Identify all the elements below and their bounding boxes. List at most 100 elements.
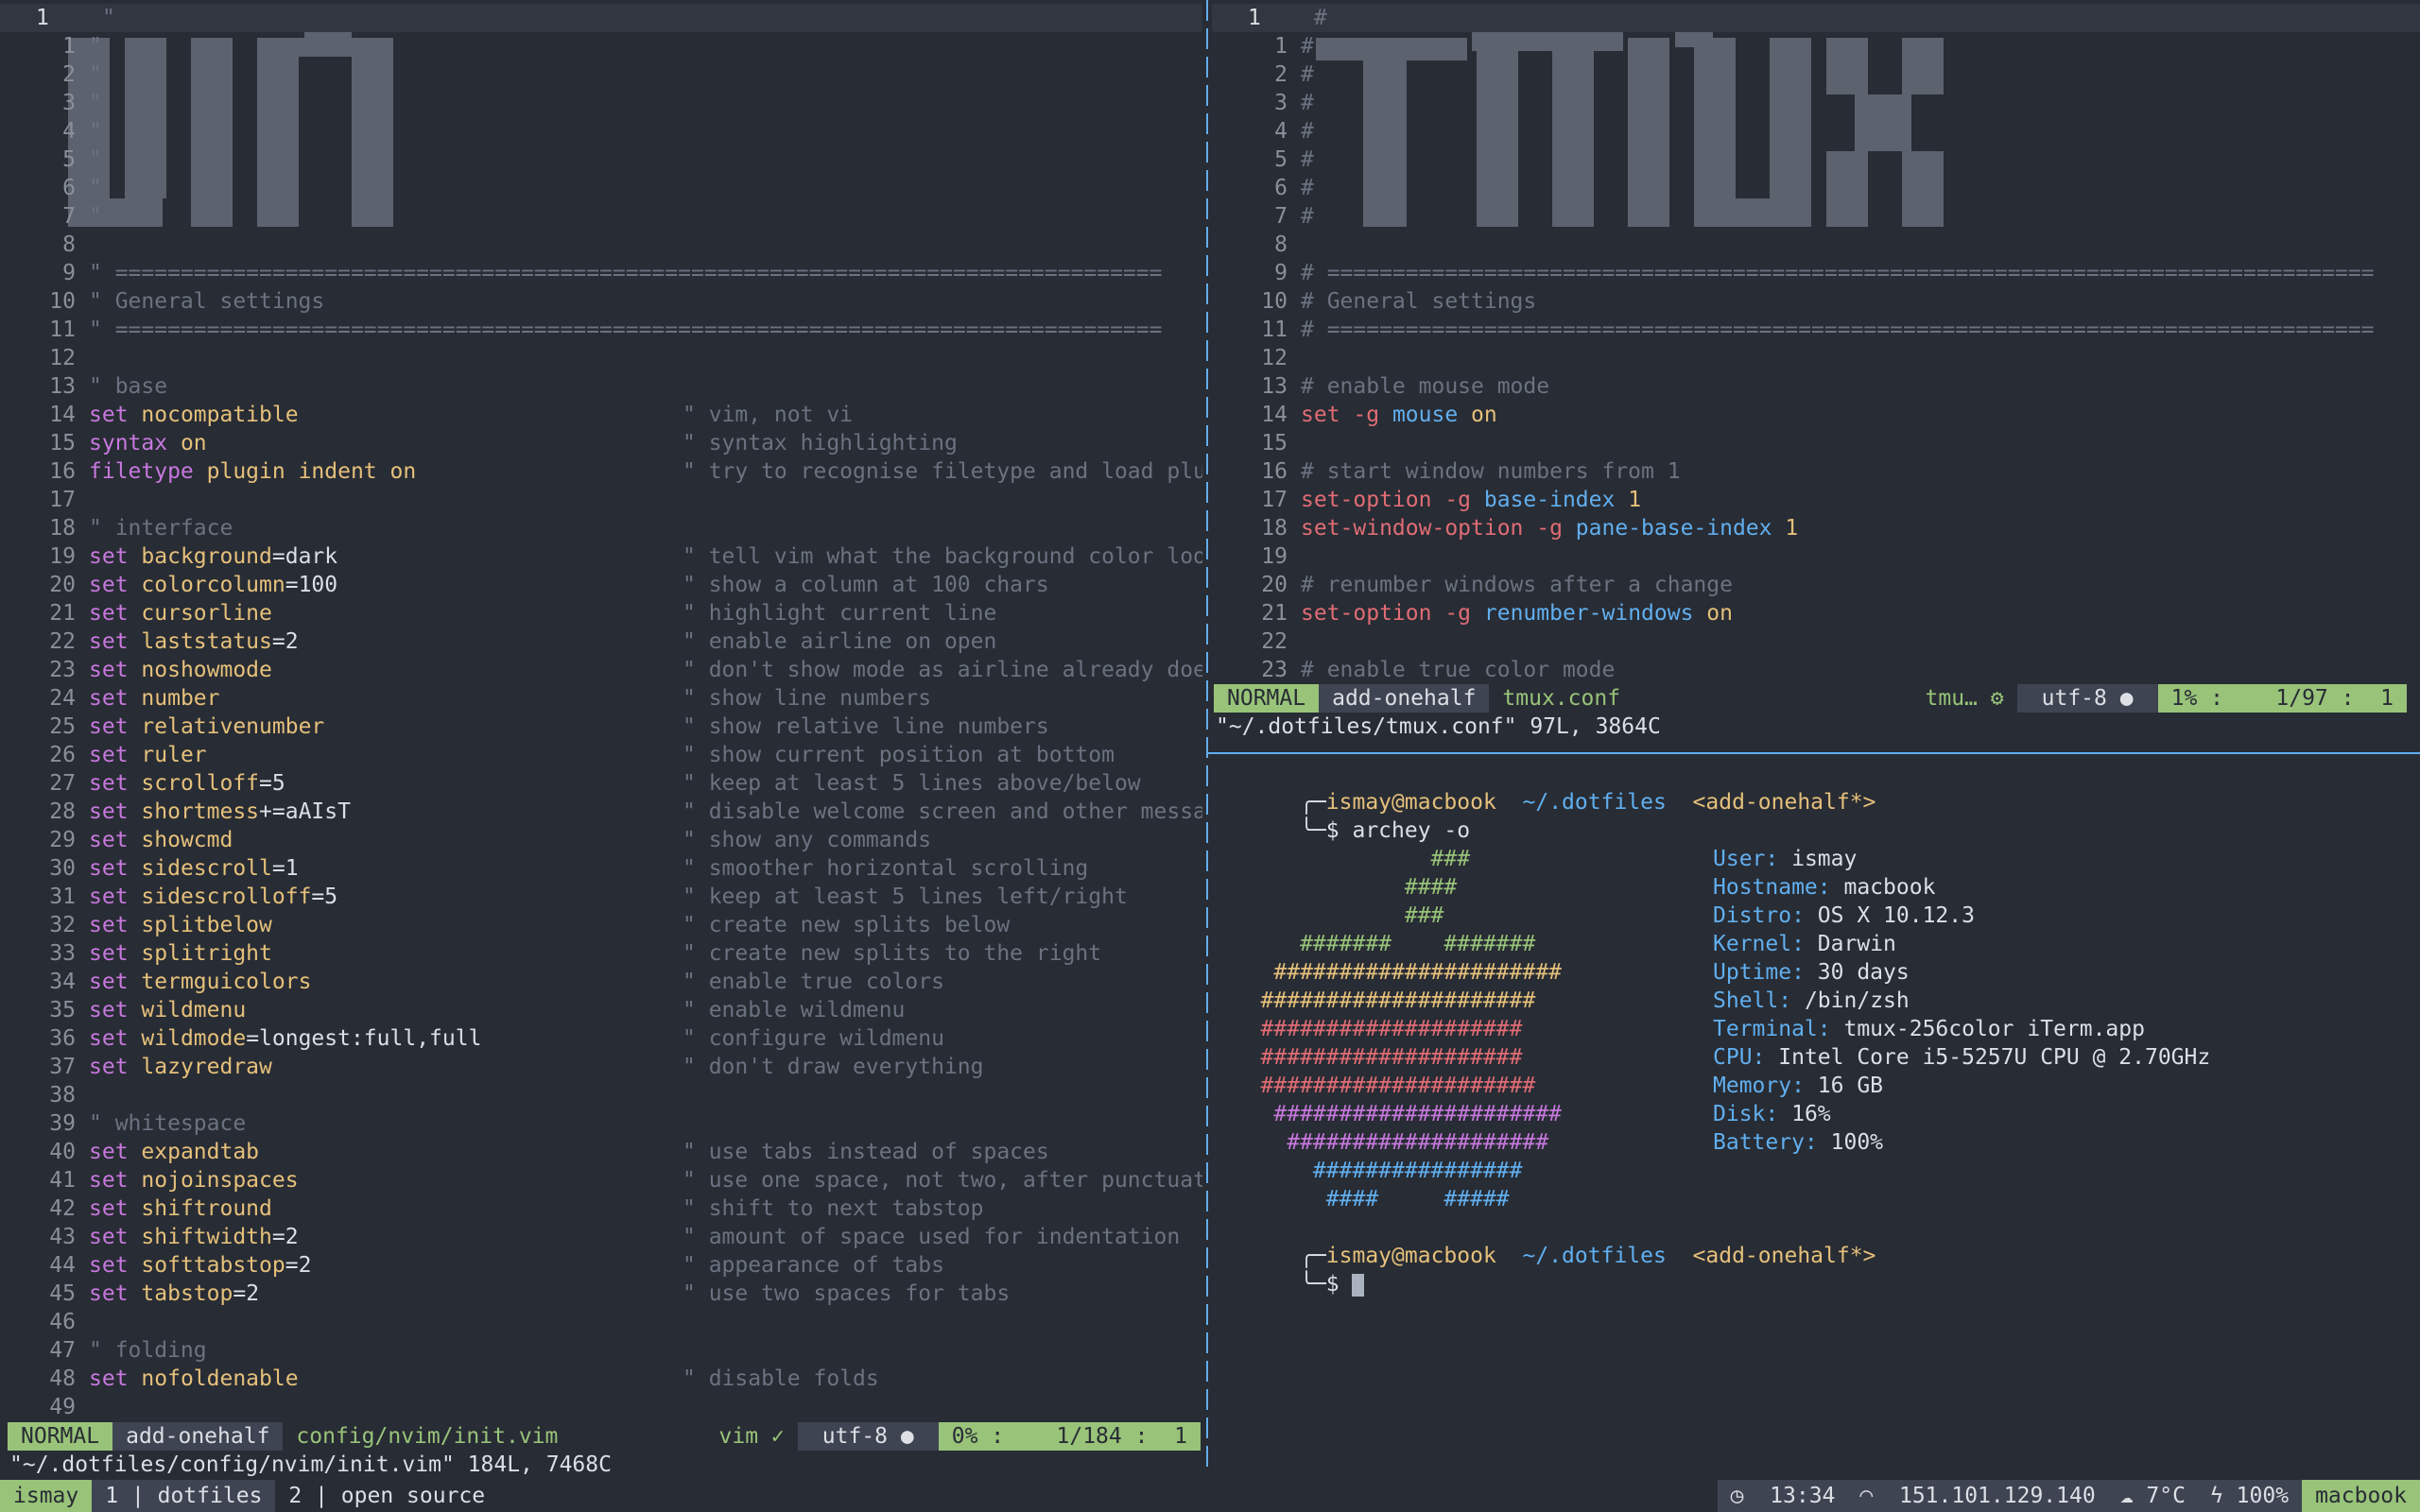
line-number: 22 [1261,629,1288,654]
vim-cmdline-left: "~/.dotfiles/config/nvim/init.vim" 184L,… [9,1452,612,1477]
file-encoding: utf-8 ● [2016,684,2158,713]
code-line: 7 " [0,202,1202,231]
line-number: 16 [1261,459,1288,484]
option-name: wildmode [141,1026,247,1051]
code-line: 36 set wildmode=longest:full,full " config… [0,1024,1202,1053]
info-value: /bin/zsh [1804,988,1910,1013]
code-line: 18 " interface [0,514,1202,542]
line-number: 45 [49,1281,76,1306]
line-number: 9 [62,261,76,285]
code-line: 19 set background=dark " tell vim what the… [0,542,1202,571]
line-number: 7 [62,204,76,229]
line-content: set -g mouse on [1301,401,2420,429]
tmux-session[interactable]: ismay [0,1480,93,1512]
line-content: set-window-option -g pane-base-index 1 [1301,514,2420,542]
comment: " [89,62,102,87]
option-name: nojoinspaces [141,1168,299,1193]
option-name: colorcolumn [141,573,285,597]
comment: " interface [89,516,233,541]
line-content: # [1301,174,2420,202]
line-content: # ======================================… [1301,259,2420,287]
line-content [1301,542,2420,571]
info-value: macbook [1843,875,1936,900]
info-label: Distro: [1713,903,1805,928]
info-label: Disk: [1713,1102,1779,1126]
tmux-hostname: macbook [2302,1480,2420,1512]
line-number: 12 [1261,346,1288,370]
comment: " [102,6,115,30]
line-content [89,344,1202,372]
vim-code-area[interactable]: 1 #1 #2 #3 #4 #5 #6 #7 #8 9 # ====================… [1212,4,2420,684]
option-value: =2 [271,629,299,654]
info-value: Intel Core i5-5257U CPU @ 2.70GHz [1778,1045,2211,1070]
line-content: # [1301,32,2420,60]
line-number: 15 [49,431,76,455]
line-content: # [1301,202,2420,231]
token: 1 [1615,488,1642,512]
line-content: # enable mouse mode [1301,372,2420,401]
code-line: 48 set nofoldenable " disable folds [0,1365,1202,1393]
vim-pane-tmux-conf[interactable]: 1 #1 #2 #3 #4 #5 #6 #7 #8 9 # ====================… [1212,0,2420,747]
line-content: set cursorline " highlight current line [89,599,1202,627]
line-content: " ======================================… [89,316,1202,344]
token: mouse [1392,403,1459,427]
tmux-window-2[interactable]: 2 | open source [275,1480,498,1512]
line-number: 11 [49,318,76,342]
line-number: 30 [49,856,76,881]
vim-code-area[interactable]: 1 " 1 " 2 " 3 " 4 " 5 " 6 " 7 " 8 9 " ====================… [0,4,1202,1421]
keyword: set [89,1225,129,1249]
info-row: Hostname: macbook [1713,873,2210,902]
active-prompt[interactable]: ╰─$ [1221,1242,2420,1297]
code-line: 35 set wildmenu " enable wildmenu [0,996,1202,1024]
inline-comment: " enable airline on open [683,629,997,654]
code-line: 29 set showcmd " show any commands [0,826,1202,854]
keyword: set [89,1140,129,1164]
inline-comment: " don't draw everything [683,1055,984,1079]
line-number: 19 [1261,544,1288,569]
tmux-window-1[interactable]: 1 | dotfiles [92,1480,276,1512]
line-content: " base [89,372,1202,401]
comment: " folding [89,1338,207,1363]
option-name: on [180,431,207,455]
keyword: set [89,1168,129,1193]
code-line: 6 " [0,174,1202,202]
logo-line: ##################### [1221,1074,1536,1098]
airline-statusline-left: NORMAL add-onehalf config/nvim/init.vim … [8,1422,1201,1451]
keyword: set [89,885,129,909]
code-line: 9 # =====================================… [1212,259,2420,287]
line-content: set nojoinspaces " use one space, not two… [89,1166,1202,1194]
option-value: =5 [259,771,285,796]
info-row: Distro: OS X 10.12.3 [1713,902,2210,930]
vim-cmdline-right: "~/.dotfiles/tmux.conf" 97L, 3864C [1216,714,1661,739]
terminal-output[interactable]: ╭─ismay@macbook ~/.dotfiles <add-onehalf… [1221,758,2420,1297]
line-content: set-option -g renumber-windows on [1301,599,2420,627]
line-content: set background=dark " tell vim what the b… [89,542,1202,571]
line-content: set laststatus=2 " enable airline on open [89,627,1202,656]
line-content: set softtabstop=2 " appearance of tabs [89,1251,1202,1280]
terminal-pane[interactable]: ╭─ismay@macbook ~/.dotfiles <add-onehalf… [1212,752,2420,1463]
code-line: 39 " whitespace [0,1109,1202,1138]
line-content: set expandtab " use tabs instead of space… [89,1138,1202,1166]
keyword: set [89,771,129,796]
info-label: Memory: [1713,1074,1805,1098]
line-number: 3 [1274,91,1288,115]
token: set-option [1301,488,1432,512]
option-name: sidescrolloff [141,885,312,909]
vertical-pane-divider[interactable] [1206,0,1208,1469]
comment: # [1301,91,1314,115]
code-line: 7 # [1212,202,2420,231]
line-content [1301,231,2420,259]
line-number: 14 [1261,403,1288,427]
inline-comment: " use one space, not two, after punctuat… [683,1168,1202,1193]
code-line: 11 " ====================================… [0,316,1202,344]
comment: " base [89,374,168,399]
file-name: config/nvim/init.vim [296,1424,559,1449]
code-line: 15 syntax on " syntax highlighting [0,429,1202,457]
vim-pane-init[interactable]: 1 " 1 " 2 " 3 " 4 " 5 " 6 " 7 " 8 9 " ====================… [0,0,1202,1455]
token: 1 [1772,516,1799,541]
line-number: 38 [49,1083,76,1108]
inline-comment: " highlight current line [683,601,997,626]
option-value: =longest:full,full [246,1026,482,1051]
line-number: 21 [49,601,76,626]
inline-comment: " configure wildmenu [683,1026,944,1051]
